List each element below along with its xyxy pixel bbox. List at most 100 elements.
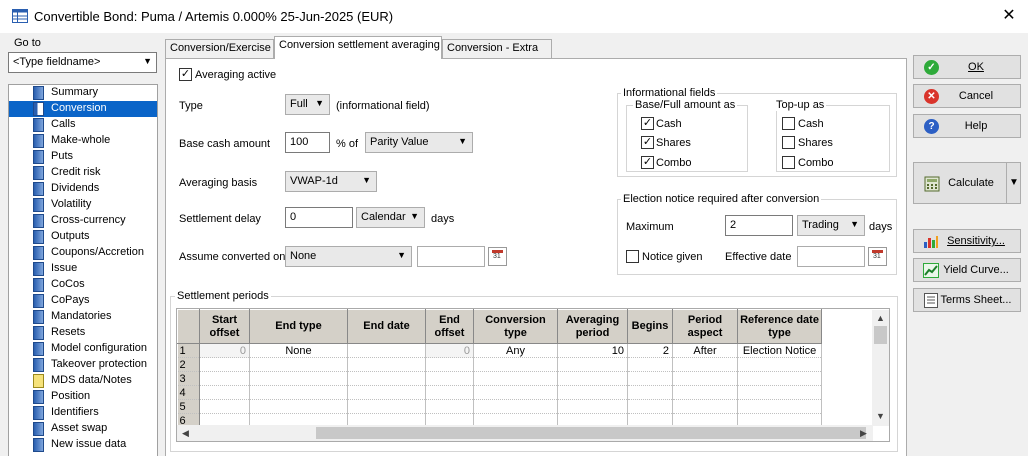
sidebar-item-position[interactable]: Position [9,389,157,405]
type-select[interactable]: Full ▼ [285,94,330,115]
table-cell[interactable]: Any [473,343,558,358]
notice-given-checkbox[interactable] [626,250,639,263]
table-cell[interactable]: 0 [199,343,250,358]
table-cell[interactable] [627,357,673,372]
settlement-delay-input[interactable]: 0 [285,207,353,228]
base-shares-checkbox[interactable]: ✓ [641,136,654,149]
yield-curve-button[interactable]: Yield Curve... [913,258,1021,282]
sidebar-item-takeover-protection[interactable]: Takeover protection [9,357,157,373]
table-cell[interactable] [199,399,250,414]
sidebar-item-volatility[interactable]: Volatility [9,197,157,213]
table-cell[interactable] [249,385,348,400]
table-cell[interactable]: After [672,343,738,358]
calculate-button[interactable]: Calculate [913,162,1007,204]
table-cell[interactable] [425,385,474,400]
sidebar-item-dividends[interactable]: Dividends [9,181,157,197]
ok-button[interactable]: ✓ OK [913,55,1021,79]
table-cell[interactable] [199,371,250,386]
topup-combo-checkbox[interactable] [782,156,795,169]
table-cell[interactable] [199,385,250,400]
column-header[interactable]: End type [249,309,348,344]
row-number[interactable]: 2 [177,357,200,372]
table-cell[interactable] [473,357,558,372]
averaging-active-checkbox[interactable]: ✓ [179,68,192,81]
table-cell[interactable] [199,357,250,372]
sidebar-item-credit-risk[interactable]: Credit risk [9,165,157,181]
table-cell[interactable] [672,371,738,386]
table-cell[interactable] [473,371,558,386]
table-cell[interactable] [557,371,628,386]
table-cell[interactable] [347,371,426,386]
close-icon[interactable]: ✕ [998,5,1020,27]
table-cell[interactable] [249,399,348,414]
scroll-down-icon[interactable]: ▼ [876,411,885,421]
table-cell[interactable]: 2 [627,343,673,358]
sensitivity-button[interactable]: Sensitivity... [913,229,1021,253]
sidebar-item-resets[interactable]: Resets [9,325,157,341]
column-header[interactable]: Start offset [199,309,250,344]
goto-field-select[interactable]: <Type fieldname> ▼ [8,52,157,73]
tab-conversion-settlement-averaging[interactable]: Conversion settlement averaging [274,36,442,59]
table-cell[interactable] [249,357,348,372]
base-combo-checkbox[interactable]: ✓ [641,156,654,169]
row-number[interactable]: 1 [177,343,200,358]
sidebar-item-cocos[interactable]: CoCos [9,277,157,293]
sidebar-item-coupons-accretion[interactable]: Coupons/Accretion [9,245,157,261]
table-cell[interactable] [737,357,822,372]
base-cash-basis-select[interactable]: Parity Value ▼ [365,132,473,153]
column-header[interactable]: End date [347,309,426,344]
averaging-basis-select[interactable]: VWAP-1d ▼ [285,171,377,192]
table-cell[interactable] [557,399,628,414]
table-cell[interactable] [425,357,474,372]
table-cell[interactable] [627,399,673,414]
table-cell[interactable] [347,357,426,372]
table-cell[interactable] [737,371,822,386]
scroll-right-icon[interactable]: ▶ [860,428,867,439]
topup-cash-checkbox[interactable] [782,117,795,130]
scroll-up-icon[interactable]: ▲ [876,313,885,323]
table-cell[interactable] [557,385,628,400]
sidebar-item-copays[interactable]: CoPays [9,293,157,309]
sidebar-item-identifiers[interactable]: Identifiers [9,405,157,421]
table-cell[interactable] [347,385,426,400]
sidebar-item-summary[interactable]: Summary [9,85,157,101]
table-cell[interactable]: Election Notice [737,343,822,358]
table-cell[interactable] [672,385,738,400]
help-button[interactable]: ? Help [913,114,1021,138]
calendar-icon[interactable] [868,247,887,266]
sidebar-item-calls[interactable]: Calls [9,117,157,133]
sidebar-item-asset-swap[interactable]: Asset swap [9,421,157,437]
table-cell[interactable] [473,399,558,414]
terms-sheet-button[interactable]: Terms Sheet... [913,288,1021,312]
cancel-button[interactable]: ✕ Cancel [913,84,1021,108]
table-cell[interactable] [473,385,558,400]
table-cell[interactable] [425,399,474,414]
table-cell[interactable]: 10 [557,343,628,358]
sidebar-item-model-configuration[interactable]: Model configuration [9,341,157,357]
vertical-scroll-thumb[interactable] [874,326,887,344]
table-cell[interactable] [672,399,738,414]
base-cash-checkbox[interactable]: ✓ [641,117,654,130]
table-cell[interactable]: 0 [425,343,474,358]
base-cash-input[interactable]: 100 [285,132,330,153]
table-cell[interactable] [557,357,628,372]
table-cell[interactable] [347,343,426,358]
sidebar-item-outputs[interactable]: Outputs [9,229,157,245]
maximum-input[interactable]: 2 [725,215,793,236]
table-cell[interactable] [425,371,474,386]
column-header[interactable]: Averaging period [557,309,628,344]
sidebar-item-conversion[interactable]: Conversion [9,101,157,117]
calculate-dropdown-button[interactable]: ▼ [1006,162,1021,204]
column-header[interactable]: Begins [627,309,673,344]
sidebar-item-make-whole[interactable]: Make-whole [9,133,157,149]
row-number[interactable]: 4 [177,385,200,400]
assume-converted-select[interactable]: None ▼ [285,246,412,267]
horizontal-scroll-thumb[interactable] [316,427,866,439]
calendar-icon[interactable] [488,247,507,266]
assume-converted-date-input[interactable] [417,246,485,267]
settlement-calendar-select[interactable]: Calendar ▼ [356,207,425,228]
scroll-left-icon[interactable]: ◀ [182,428,189,439]
table-cell[interactable] [672,357,738,372]
row-number[interactable]: 5 [177,399,200,414]
sidebar-item-mds-data-notes[interactable]: MDS data/Notes [9,373,157,389]
